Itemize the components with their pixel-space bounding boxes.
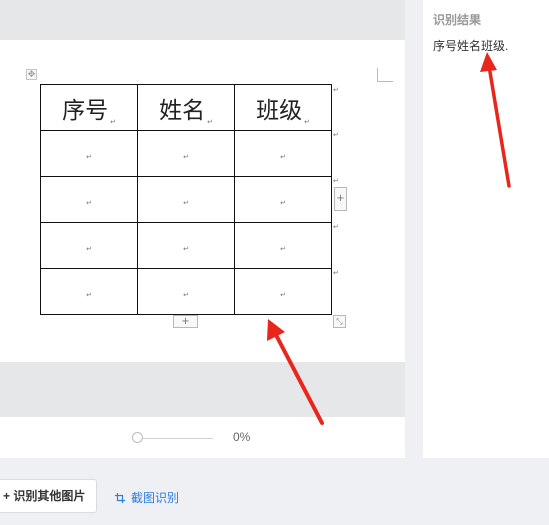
paragraph-mark: ↵ [183,153,189,161]
table-row: ↵ ↵ ↵ [40,130,332,177]
zoom-slider-track[interactable] [140,438,213,439]
paragraph-mark: ↵ [86,291,92,299]
paragraph-mark: ↵ [207,117,213,126]
paragraph-mark: ↵ [280,199,286,207]
table-cell[interactable]: ↵ [40,130,138,177]
canvas-gutter [0,362,405,417]
table-cell[interactable]: ↵ [40,222,138,269]
table-header-cell[interactable]: 姓名 ↵ [137,84,235,131]
zoom-value: 0% [233,430,251,444]
add-column-button[interactable]: + [334,187,347,211]
table-cell[interactable]: ↵ [137,176,235,223]
table-header-cell[interactable]: 序号 ↵ [40,84,138,131]
recognize-other-label: 识别其他图片 [13,489,86,503]
paragraph-mark: ↵ [86,245,92,253]
recognize-other-button[interactable]: + 识别其他图片 [0,479,97,513]
paragraph-mark: ↵ [280,245,286,253]
paragraph-mark: ↵ [183,199,189,207]
table-header-cell[interactable]: 班级 ↵ [234,84,332,131]
crop-icon [115,493,125,503]
table-cell[interactable]: ↵ [234,222,332,269]
table-cell[interactable]: ↵ [137,268,235,315]
table-header-row: 序号 ↵ 姓名 ↵ 班级 ↵ [40,84,332,131]
resize-icon[interactable]: ⤡ [333,315,346,328]
result-panel [423,0,549,458]
paragraph-mark: ↵ [183,245,189,253]
header-text-seq: 序号 [62,97,109,124]
plus-icon: + [3,489,14,503]
table-cell[interactable]: ↵ [40,268,138,315]
table-cell[interactable]: ↵ [234,130,332,177]
table-cell[interactable]: ↵ [137,222,235,269]
paragraph-mark: ↵ [86,153,92,161]
row-end-mark: ↵ [333,131,339,139]
row-end-mark: ↵ [333,269,339,277]
row-end-mark: ↵ [333,86,339,94]
header-text-class: 班级 [256,97,303,124]
table-cell[interactable]: ↵ [234,268,332,315]
paragraph-mark: ↵ [280,153,286,161]
paragraph-mark: ↵ [304,117,310,126]
result-title: 识别结果 [433,13,482,27]
table-row: ↵ ↵ ↵ [40,268,332,315]
screenshot-recognize-label: 截图识别 [131,491,180,505]
page-corner-mark [377,68,393,82]
row-end-mark: ↵ [333,177,339,185]
zoom-slider-knob[interactable] [132,432,143,443]
table-cell[interactable]: ↵ [234,176,332,223]
table-row: ↵ ↵ ↵ [40,176,332,223]
document-table[interactable]: 序号 ↵ 姓名 ↵ 班级 ↵ ↵ ↵ ↵ ↵ ↵ ↵ ↵ ↵ ↵ ↵ ↵ ↵ [40,84,332,315]
move-icon[interactable]: ✥ [26,69,37,80]
result-text[interactable]: 序号姓名班级. [433,37,508,54]
add-row-button[interactable]: + [173,315,198,328]
paragraph-mark: ↵ [86,199,92,207]
paragraph-mark: ↵ [110,117,116,126]
table-cell[interactable]: ↵ [40,176,138,223]
screenshot-recognize-link[interactable]: 截图识别 [115,489,179,506]
paragraph-mark: ↵ [280,291,286,299]
table-cell[interactable]: ↵ [137,130,235,177]
table-row: ↵ ↵ ↵ [40,222,332,269]
header-text-name: 姓名 [159,97,206,124]
row-end-mark: ↵ [333,223,339,231]
paragraph-mark: ↵ [183,291,189,299]
